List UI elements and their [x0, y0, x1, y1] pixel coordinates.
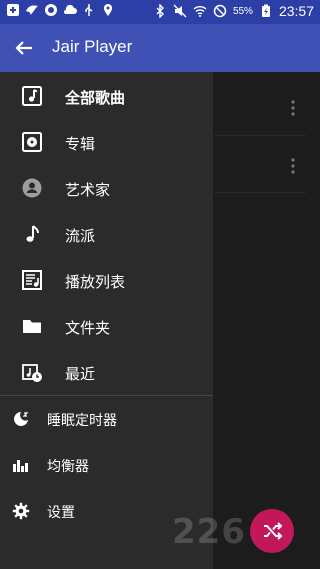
- sleep-timer-icon: [14, 412, 29, 426]
- drawer-item-label: 设置: [47, 505, 75, 521]
- arrow-back-icon[interactable]: [12, 36, 36, 60]
- usb-icon: [85, 4, 93, 16]
- bird-icon: [26, 5, 38, 15]
- shuffle-icon: [264, 522, 283, 540]
- do-not-disturb-icon: [213, 4, 227, 18]
- album-icon: [22, 132, 42, 152]
- status-bar: 55% 23:57: [0, 0, 320, 24]
- drawer-item-label: 专辑: [65, 135, 96, 153]
- drawer-item-label: 全部歌曲: [65, 89, 126, 107]
- add-notification-icon: [7, 4, 19, 16]
- equalizer-icon: [13, 460, 28, 472]
- app-title: Jair Player: [52, 37, 133, 56]
- music-note-list-icon: [22, 86, 42, 106]
- playlist-icon: [22, 270, 42, 290]
- drawer-item-playlists[interactable]: 播放列表: [0, 257, 213, 303]
- drawer-item-genres[interactable]: 流派: [0, 211, 213, 257]
- shuffle-fab[interactable]: [250, 509, 294, 553]
- drawer-item-sleep-timer[interactable]: 睡眠定时器: [0, 396, 213, 442]
- battery-percent: 55%: [232, 5, 253, 17]
- watermark: 226: [172, 512, 246, 552]
- artist-icon: [22, 178, 42, 198]
- drawer-item-albums[interactable]: 专辑: [0, 119, 213, 165]
- drawer-item-all-songs[interactable]: 全部歌曲: [0, 73, 213, 119]
- drawer-item-label: 文件夹: [65, 319, 111, 337]
- drawer-item-artists[interactable]: 艺术家: [0, 165, 213, 211]
- more-options-icon[interactable]: [290, 100, 296, 116]
- drawer-item-label: 最近: [65, 365, 96, 383]
- cloud-sun-icon: [64, 4, 77, 15]
- drawer-item-label: 播放列表: [65, 273, 126, 291]
- battery-icon: [261, 4, 270, 17]
- drawer-item-label: 睡眠定时器: [47, 413, 117, 429]
- bluetooth-icon: [156, 4, 164, 18]
- app-bar: Jair Player: [0, 24, 320, 72]
- status-time: 23:57: [278, 3, 314, 19]
- row-divider: [214, 192, 306, 193]
- more-options-icon[interactable]: [290, 158, 296, 174]
- drawer-item-folders[interactable]: 文件夹: [0, 303, 213, 349]
- drawer-item-label: 艺术家: [65, 181, 111, 199]
- drawer-item-label: 流派: [65, 227, 96, 245]
- folder-icon: [23, 320, 41, 333]
- recent-icon: [22, 364, 42, 382]
- navigation-drawer: 全部歌曲 专辑 艺术家 流派 播放列表 文件夹 最近 睡眠定时器 均衡器 设置: [0, 72, 213, 569]
- location-icon: [104, 4, 112, 16]
- mute-icon: [173, 4, 187, 18]
- drawer-item-label: 均衡器: [47, 459, 89, 475]
- wifi-icon: [193, 6, 207, 17]
- cloud-icon: [45, 4, 57, 16]
- settings-icon: [12, 502, 30, 520]
- row-divider: [214, 135, 306, 136]
- drawer-item-recent[interactable]: 最近: [0, 349, 213, 395]
- genre-icon: [26, 225, 39, 242]
- drawer-item-equalizer[interactable]: 均衡器: [0, 442, 213, 488]
